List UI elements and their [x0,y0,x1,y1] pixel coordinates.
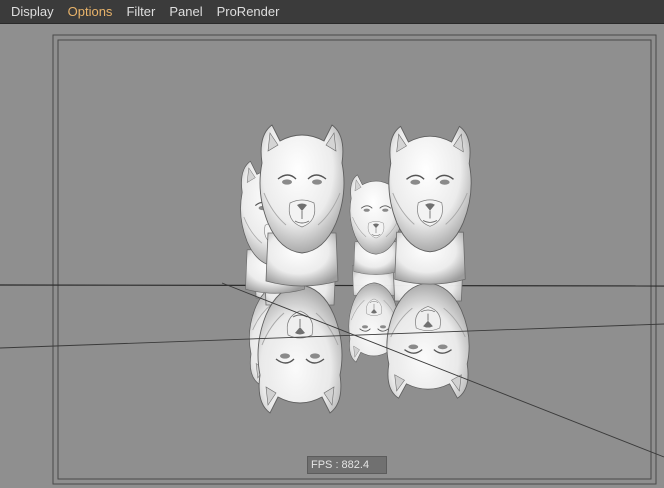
menu-panel[interactable]: Panel [162,0,209,24]
viewport-menubar: Display Options Filter Panel ProRender [0,0,664,24]
cat-head-models[interactable] [239,124,472,294]
viewport-canvas[interactable] [0,25,664,488]
3d-viewport[interactable]: FPS : 882.4 [0,25,664,488]
menu-prorender[interactable]: ProRender [210,0,287,24]
menu-display[interactable]: Display [0,0,61,24]
fps-counter: FPS : 882.4 [307,456,387,474]
app-window: Display Options Filter Panel ProRender F… [0,0,664,488]
menu-filter[interactable]: Filter [119,0,162,24]
menu-options[interactable]: Options [61,0,120,24]
